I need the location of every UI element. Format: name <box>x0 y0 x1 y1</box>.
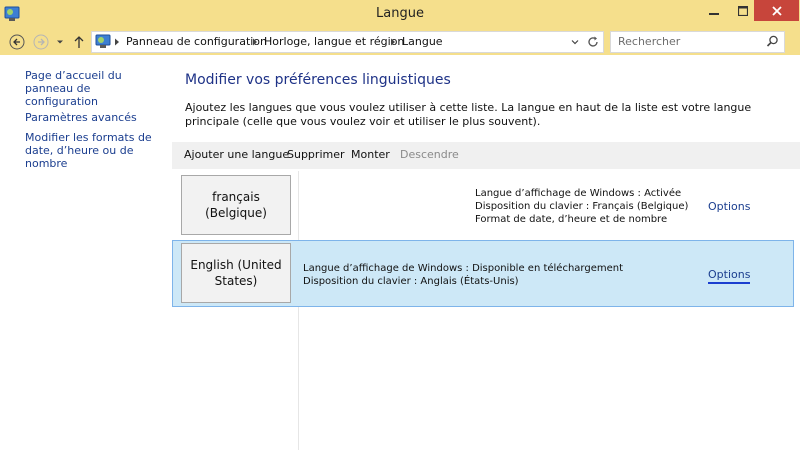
move-up-button[interactable]: Monter <box>351 148 390 161</box>
recent-locations-dropdown[interactable] <box>53 32 67 52</box>
maximize-button[interactable] <box>729 0 757 21</box>
options-link-french[interactable]: Options <box>708 200 750 213</box>
minimize-button[interactable] <box>700 0 728 21</box>
remove-button[interactable]: Supprimer <box>287 148 345 161</box>
advanced-settings-link[interactable]: Paramètres avancés <box>25 111 165 124</box>
language-name-box[interactable]: English (United States) <box>181 243 291 303</box>
search-box[interactable]: Rechercher <box>610 31 785 53</box>
breadcrumb-separator-icon[interactable] <box>113 35 121 49</box>
control-panel-icon <box>95 34 112 50</box>
language-name: français (Belgique) <box>205 190 267 220</box>
breadcrumb-separator-icon[interactable] <box>389 35 397 49</box>
page-title: Modifier vos préférences linguistiques <box>185 72 451 88</box>
language-detail: Format de date, d’heure et de nombre <box>475 214 668 225</box>
navigation-bar: Panneau de configuration Horloge, langue… <box>0 29 800 55</box>
options-link-english[interactable]: Options <box>708 268 751 284</box>
refresh-icon[interactable] <box>586 35 600 49</box>
language-detail: Disposition du clavier : Français (Belgi… <box>475 201 689 212</box>
breadcrumb-control-panel[interactable]: Panneau de configuration <box>126 35 267 48</box>
change-formats-link[interactable]: Modifier les formats de date, d’heure ou… <box>25 131 160 170</box>
close-button[interactable] <box>754 0 799 21</box>
language-row-english[interactable]: English (United States) Langue d’afficha… <box>172 240 794 307</box>
language-detail: Langue d’affichage de Windows : Activée <box>475 188 682 199</box>
address-bar[interactable]: Panneau de configuration Horloge, langue… <box>91 31 604 53</box>
up-button[interactable] <box>71 32 87 52</box>
forward-button[interactable] <box>31 32 51 52</box>
page-description: Ajoutez les langues que vous voulez util… <box>185 101 752 128</box>
search-input[interactable]: Rechercher <box>618 35 680 48</box>
language-name: English (United States) <box>190 258 282 288</box>
title-bar: Langue <box>0 0 800 29</box>
breadcrumb-separator-icon[interactable] <box>251 35 259 49</box>
move-down-button: Descendre <box>400 148 459 161</box>
language-detail: Langue d’affichage de Windows : Disponib… <box>303 263 624 274</box>
language-detail: Disposition du clavier : Anglais (États-… <box>303 276 519 287</box>
language-toolbar: Ajouter une langue Supprimer Monter Desc… <box>172 142 800 169</box>
control-panel-home-link[interactable]: Page d’accueil du panneau de configurati… <box>25 69 165 108</box>
breadcrumb-language[interactable]: Langue <box>402 35 443 48</box>
language-name-box[interactable]: français (Belgique) <box>181 175 291 235</box>
language-row-french[interactable]: français (Belgique) Langue d’affichage d… <box>172 173 794 240</box>
back-button[interactable] <box>7 32 27 52</box>
search-icon[interactable] <box>766 35 779 48</box>
left-task-pane: Page d’accueil du panneau de configurati… <box>0 55 170 450</box>
window-title: Langue <box>376 6 424 21</box>
add-language-button[interactable]: Ajouter une langue <box>184 148 289 161</box>
breadcrumb-clock-language-region[interactable]: Horloge, langue et région <box>264 35 404 48</box>
address-history-dropdown-icon[interactable] <box>569 36 581 48</box>
